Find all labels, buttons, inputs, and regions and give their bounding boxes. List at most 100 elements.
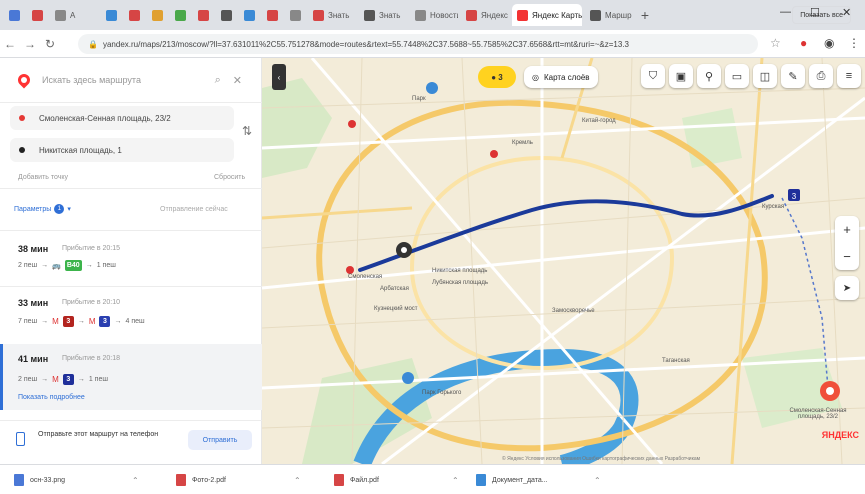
step-arrow: →	[41, 318, 49, 325]
forward-icon[interactable]: →	[20, 37, 40, 51]
browser-tab[interactable]	[239, 4, 259, 26]
copyright-text[interactable]: © Яндекс Условия использования Ошибки ка…	[502, 456, 700, 462]
favicon-icon	[55, 9, 66, 21]
bus-layer-icon[interactable]: ▭	[725, 64, 749, 88]
browser-tab[interactable]	[170, 4, 190, 26]
search-box[interactable]: Искать здесь маршрута ⌕ ✕	[10, 64, 254, 96]
transport-icon[interactable]: ⚲	[697, 64, 721, 88]
poi-marker-icon[interactable]	[426, 82, 438, 94]
chevron-up-icon[interactable]: ⌃	[132, 476, 139, 485]
chevron-up-icon[interactable]: ⌃	[294, 476, 301, 485]
download-item[interactable]: осн-33.png ⌃	[14, 471, 139, 489]
route-steps: 2 пеш → M 3 → 1 пеш	[18, 374, 108, 385]
file-icon	[14, 474, 24, 486]
bus-number-chip: B40	[64, 260, 82, 271]
walk-step: 7 пеш	[18, 318, 38, 325]
browser-tab[interactable]	[147, 4, 167, 26]
download-filename: Документ_дата...	[492, 476, 548, 484]
poi-marker-icon[interactable]	[402, 372, 414, 384]
favicon-icon	[129, 9, 140, 21]
download-item[interactable]: Документ_дата... ⌃	[476, 471, 601, 489]
favicon-icon	[590, 9, 601, 21]
menu-icon[interactable]: ≡	[837, 64, 861, 88]
reset-link[interactable]: Сбросить	[214, 174, 245, 181]
route-option-2[interactable]: 33 мин Прибытие в 20:10 7 пеш → M 3 → M …	[0, 294, 262, 338]
parking-icon[interactable]: ◫	[753, 64, 777, 88]
panorama-icon[interactable]: ▣	[669, 64, 693, 88]
download-item[interactable]: Фото-2.pdf ⌃	[176, 471, 301, 489]
minimize-icon[interactable]: —	[780, 6, 791, 18]
browser-tab[interactable]	[101, 4, 121, 26]
back-icon[interactable]: ←	[0, 37, 20, 51]
depart-now-link[interactable]: Отправление сейчас	[160, 206, 228, 213]
extension-icon[interactable]: ●	[800, 36, 807, 50]
browser-tab[interactable]: Знать	[308, 4, 356, 26]
params-button[interactable]: Параметры 1 ▾	[14, 204, 71, 214]
add-point-link[interactable]: Добавить точку	[18, 174, 68, 181]
browser-tab[interactable]	[285, 4, 305, 26]
map-layers-button[interactable]: ◎ Карта слоёв	[524, 66, 598, 88]
bookmark-star-icon[interactable]: ☆	[770, 36, 781, 50]
swap-points-icon[interactable]: ⇅	[242, 124, 252, 138]
favicon-icon	[9, 9, 20, 21]
browser-tab[interactable]	[193, 4, 213, 26]
metro-marker-icon[interactable]	[490, 150, 498, 158]
locate-me-icon[interactable]: ➤	[835, 276, 859, 300]
waypoint-from-text: Смоленская-Сенная площадь, 23/2	[39, 113, 171, 123]
browser-menu-icon[interactable]: ⋮	[848, 36, 860, 50]
browser-tab[interactable]	[262, 4, 282, 26]
search-input[interactable]: Искать здесь маршрута	[42, 75, 215, 85]
browser-tab[interactable]	[216, 4, 236, 26]
search-icon[interactable]: ⌕	[215, 74, 221, 87]
route-details-link[interactable]: Показать подробнее	[18, 394, 85, 401]
metro-marker-icon[interactable]	[348, 120, 356, 128]
route-option-3[interactable]: 41 мин Прибытие в 20:18 2 пеш → M 3 → 1 …	[0, 344, 262, 410]
new-tab-icon[interactable]: +	[636, 6, 654, 24]
browser-tab[interactable]: Яндекс	[461, 4, 509, 26]
browser-tab[interactable]: Знать	[359, 4, 407, 26]
shield-icon[interactable]: ⛉	[641, 64, 665, 88]
ruler-icon[interactable]: ✎	[781, 64, 805, 88]
send-to-phone-button[interactable]: Отправить	[188, 430, 252, 450]
download-item[interactable]: Файл.pdf ⌃	[334, 471, 459, 489]
metro-marker-icon[interactable]	[346, 266, 354, 274]
map-label: Парк Горького	[422, 390, 462, 396]
route-time: 33 мин	[18, 298, 49, 308]
zoom-in-button[interactable]: +	[835, 216, 859, 243]
collapse-panel-button[interactable]: ‹	[272, 64, 286, 90]
browser-tab[interactable]	[124, 4, 144, 26]
waypoint-to-text: Никитская площадь, 1	[39, 145, 122, 155]
zoom-out-button[interactable]: −	[835, 243, 859, 270]
chevron-up-icon[interactable]: ⌃	[594, 476, 601, 485]
browser-tab[interactable]: Маршр	[585, 4, 633, 26]
download-filename: Файл.pdf	[350, 476, 379, 484]
browser-tab[interactable]: Новости	[410, 4, 458, 26]
profile-icon[interactable]: ◉	[824, 36, 834, 50]
show-all-downloads-button[interactable]: Показать все	[792, 6, 851, 24]
browser-tab[interactable]	[4, 4, 24, 26]
traffic-button[interactable]: ● 3	[478, 66, 516, 88]
route-option-1[interactable]: 38 мин Прибытие в 20:15 2 пеш → 🚌 B40 → …	[0, 238, 262, 278]
file-icon	[476, 474, 486, 486]
send-to-phone-row: Отправьте этот маршрут на телефон Отправ…	[0, 424, 262, 460]
map-canvas[interactable]: 3 Смоленская Арбатская Кузнецкий мост Ни…	[262, 58, 865, 464]
close-search-icon[interactable]: ✕	[233, 74, 242, 87]
map-svg: 3	[262, 58, 865, 464]
print-icon[interactable]: ⎙	[809, 64, 833, 88]
walk-step: 4 пеш	[125, 318, 145, 325]
favicon-icon	[364, 9, 375, 21]
waypoint-from[interactable]: Смоленская-Сенная площадь, 23/2	[10, 106, 234, 130]
lock-icon: 🔒	[88, 39, 98, 49]
waypoint-to[interactable]: Никитская площадь, 1	[10, 138, 234, 162]
address-bar[interactable]: 🔒 yandex.ru/maps/213/moscow/?ll=37.63101…	[78, 34, 758, 54]
browser-tab[interactable]: A	[50, 4, 98, 26]
map-label: Кузнецкий мост	[374, 306, 418, 312]
browser-tab[interactable]	[27, 4, 47, 26]
map-label: Замоскворечье	[552, 308, 595, 314]
walk-step: 2 пеш	[18, 376, 38, 383]
browser-tab[interactable]: Яндекс Карты	[512, 4, 582, 26]
walk-step: 1 пеш	[88, 376, 108, 383]
bus-icon: 🚌	[52, 262, 61, 270]
reload-icon[interactable]: ↻	[40, 37, 60, 51]
chevron-up-icon[interactable]: ⌃	[452, 476, 459, 485]
